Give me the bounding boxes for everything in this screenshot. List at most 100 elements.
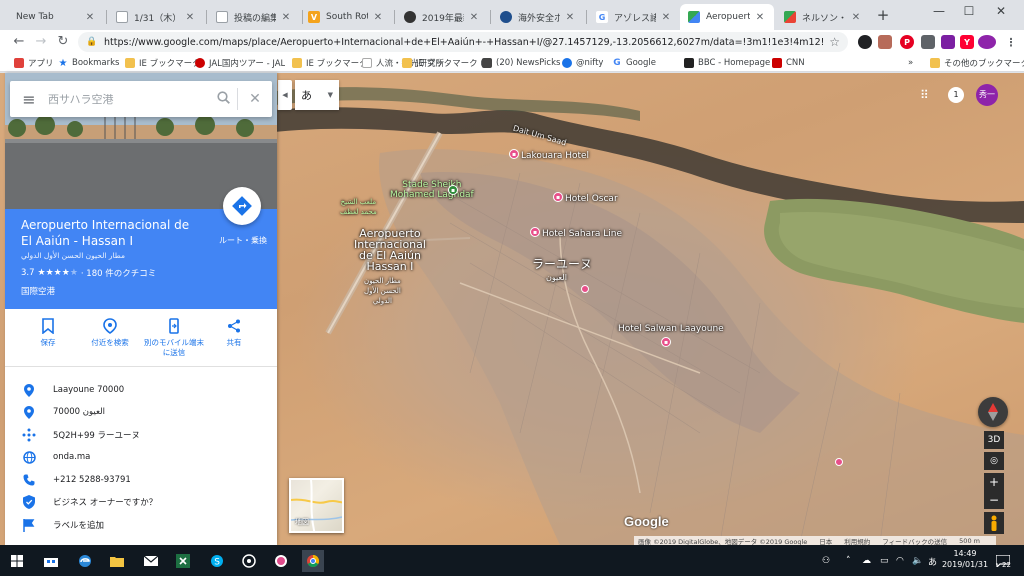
bookmark-google[interactable]: G Google	[612, 56, 656, 70]
people-icon[interactable]: ⚇	[822, 553, 830, 569]
extension-photo-icon[interactable]	[878, 35, 892, 49]
hotel-pin-icon[interactable]: ▪	[509, 149, 519, 159]
tab-south-rote[interactable]: V South Rote Sa ✕	[300, 4, 392, 30]
scale-label[interactable]: 500 m	[959, 537, 980, 545]
zoom-in-button[interactable]: +	[984, 473, 1004, 491]
my-location-button[interactable]: ◎	[984, 452, 1004, 470]
bookmark-cnn[interactable]: CNN	[772, 56, 805, 70]
new-tab-button[interactable]: +	[874, 6, 892, 24]
place-pin-icon[interactable]	[581, 285, 589, 293]
profile-avatar[interactable]	[978, 35, 996, 49]
media-player-icon[interactable]	[238, 550, 260, 572]
close-icon[interactable]: ✕	[564, 12, 576, 23]
tab-nelson-mandela[interactable]: ネルソン・マンデ ✕	[776, 4, 870, 30]
close-icon[interactable]: ✕	[372, 12, 384, 23]
address-bar[interactable]: 🔒 https://www.google.com/maps/place/Aero…	[78, 32, 848, 52]
add-label-row[interactable]: ラベルを追加	[5, 514, 277, 536]
bookmark-newspicks[interactable]: (20) NewsPicks	[482, 56, 560, 70]
close-icon[interactable]: ✕	[184, 12, 196, 23]
file-explorer-icon[interactable]	[106, 550, 128, 572]
bookmark-jal[interactable]: JAL国内ツアー - JALダ	[195, 56, 285, 70]
tilt-3d-button[interactable]: 3D	[984, 431, 1004, 449]
zoom-out-button[interactable]: −	[984, 491, 1004, 509]
onedrive-icon[interactable]: ☁	[862, 553, 871, 569]
tab-new-tab[interactable]: New Tab ✕	[8, 4, 104, 30]
address-row[interactable]: Laayoune 70000	[5, 379, 277, 401]
claim-business-row[interactable]: ビジネス オーナーですか？	[5, 491, 277, 513]
windows-start-icon[interactable]	[6, 550, 28, 572]
hotel-pin-icon[interactable]: ▪	[530, 227, 540, 237]
close-icon[interactable]: ✕	[468, 12, 480, 23]
forward-button[interactable]: →	[32, 33, 50, 51]
bookmark-ie-1[interactable]: IE ブックマーク	[125, 56, 201, 70]
search-box[interactable]: ≡ 西サハラ空港 ✕	[10, 81, 272, 117]
compass-icon[interactable]	[978, 397, 1008, 427]
notification-badge[interactable]: 1	[948, 87, 964, 103]
tab-2019-model[interactable]: 2019年最新 モ ✕	[396, 4, 488, 30]
maximize-button[interactable]: ☐	[954, 2, 984, 20]
place-rating[interactable]: 3.7 ★★★★★ · 180 件のクチコミ	[21, 267, 156, 279]
close-window-button[interactable]: ✕	[986, 2, 1016, 20]
store-icon[interactable]	[40, 550, 62, 572]
map-layer-toggle[interactable]: 地図	[289, 478, 344, 533]
show-hidden-icons[interactable]: ˄	[846, 553, 851, 569]
taskbar-clock[interactable]: 14:49 2019/01/31	[940, 548, 990, 570]
address-arabic-row[interactable]: 70000 العيون	[5, 401, 277, 423]
map-label-stadium[interactable]: Stade Sheikh Mohamed Laghdaf	[390, 180, 474, 200]
wifi-icon[interactable]: ◠	[896, 553, 904, 569]
volume-icon[interactable]: 🔈	[912, 553, 923, 569]
ime-indicator[interactable]: あ	[928, 553, 937, 569]
directions-button[interactable]	[223, 187, 261, 225]
chrome-taskbar-icon[interactable]	[302, 550, 324, 572]
close-icon[interactable]: ✕	[754, 12, 766, 23]
plus-code-row[interactable]: 5Q2H+99 ラーユーヌ	[5, 424, 277, 446]
tab-azores[interactable]: G アゾレス諸島 世 ✕	[588, 4, 680, 30]
hamburger-menu-icon[interactable]: ≡	[10, 90, 48, 109]
bookmark-other[interactable]: その他のブックマーク	[930, 56, 1024, 70]
skype-icon[interactable]: S	[206, 550, 228, 572]
close-icon[interactable]: ✕	[850, 12, 862, 23]
minimize-button[interactable]: —	[924, 2, 954, 20]
place-pin-icon[interactable]	[835, 458, 843, 466]
map-label-airport[interactable]: Aeropuerto Internacional de El Aaiún Has…	[354, 228, 426, 272]
extension-contrast-icon[interactable]	[858, 35, 872, 49]
pinterest-icon[interactable]: P	[900, 35, 914, 49]
edge-icon[interactable]	[74, 550, 96, 572]
search-input[interactable]: 西サハラ空港	[48, 91, 209, 107]
extension-camera-icon[interactable]	[921, 35, 935, 49]
close-icon[interactable]: ✕	[238, 91, 272, 107]
yahoo-icon[interactable]: Y	[960, 35, 974, 49]
search-icon[interactable]	[209, 90, 237, 108]
review-count-link[interactable]: · 180 件のクチコミ	[81, 267, 156, 279]
hotel-pin-icon[interactable]: ▪	[553, 192, 563, 202]
chrome-menu-icon[interactable]: ⋮	[1004, 35, 1018, 49]
bookmark-apps[interactable]: アプリ	[14, 56, 54, 70]
website-row[interactable]: onda.ma	[5, 446, 277, 468]
bookmarks-overflow-button[interactable]: »	[908, 56, 913, 70]
map-label-lakouara-hotel[interactable]: Lakouara Hotel	[521, 151, 589, 161]
bookmark-ie-3[interactable]: IE ブックマーク (1)	[402, 56, 492, 70]
tab-blog-edit[interactable]: 投稿の編集 ‹ 秀一 ✕	[208, 4, 300, 30]
excel-icon[interactable]	[172, 550, 194, 572]
stadium-pin-icon[interactable]: ▪	[448, 185, 458, 195]
place-type-link[interactable]: 国際空港	[21, 285, 55, 297]
map-label-city[interactable]: ラーユーヌ	[532, 258, 592, 270]
bookmark-bookmarks[interactable]: ★ Bookmarks	[58, 56, 120, 70]
itunes-icon[interactable]	[270, 550, 292, 572]
bookmark-nifty[interactable]: @nifty	[562, 56, 603, 70]
phone-row[interactable]: +212 5288-93791	[5, 469, 277, 491]
back-button[interactable]: ←	[10, 33, 28, 51]
tab-overseas-safety[interactable]: 海外安全ホーム ✕	[492, 4, 584, 30]
network-icon[interactable]: ▭	[880, 553, 889, 569]
reload-button[interactable]: ↻	[54, 33, 72, 51]
map-label-hotel-salwan[interactable]: Hotel Salwan Laayoune	[618, 324, 724, 334]
mail-icon[interactable]	[140, 550, 162, 572]
collapse-panel-button[interactable]: ◀	[278, 80, 292, 110]
tab-aeropuerto[interactable]: Aeropuerto Inte ✕	[680, 4, 774, 30]
map-label-hotel-oscar[interactable]: Hotel Oscar	[565, 194, 618, 204]
save-button[interactable]: 保存	[17, 317, 79, 348]
ime-dropdown[interactable]: あ ▼	[295, 80, 339, 110]
bookmark-bbc[interactable]: BBC - Homepage	[684, 56, 770, 70]
bookmark-star-icon[interactable]: ☆	[829, 35, 840, 49]
nearby-button[interactable]: 付近を検索	[79, 317, 141, 348]
